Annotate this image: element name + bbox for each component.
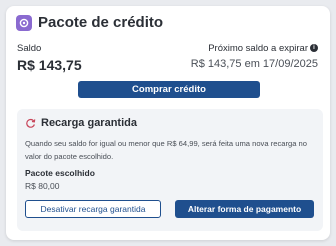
change-payment-button[interactable]: Alterar forma de pagamento (175, 200, 314, 218)
wallet-icon (16, 14, 32, 31)
refresh-icon (26, 118, 36, 128)
card-header: Pacote de crédito (16, 14, 163, 31)
package-label: Pacote escolhido (25, 168, 95, 178)
info-icon[interactable]: i (310, 44, 318, 52)
next-expiring-value: R$ 143,75 em 17/09/2025 (190, 58, 318, 70)
package-value: R$ 80,00 (25, 181, 60, 191)
next-expiring-label: Próximo saldo a expirar (208, 43, 308, 54)
disable-recharge-button[interactable]: Desativar recarga garantida (25, 200, 161, 218)
recharge-description: Quando seu saldo for igual ou menor que … (25, 139, 307, 161)
credit-package-card: Pacote de crédito Saldo R$ 143,75 Próxim… (6, 6, 330, 240)
buy-credit-button[interactable]: Comprar crédito (78, 81, 260, 98)
page-title: Pacote de crédito (38, 14, 164, 31)
recharge-title: Recarga garantida (41, 117, 137, 129)
balance-label: Saldo (17, 43, 42, 54)
balance-value: R$ 143,75 (17, 57, 82, 73)
recharge-header: Recarga garantida (25, 117, 137, 129)
guaranteed-recharge-panel: Recarga garantida Quando seu saldo for i… (17, 109, 323, 231)
